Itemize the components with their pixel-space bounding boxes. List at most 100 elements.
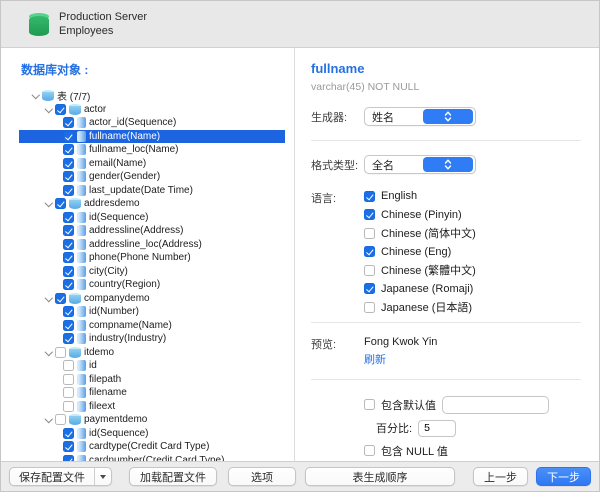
- tree-node[interactable]: filepath: [19, 373, 285, 387]
- checkbox[interactable]: [63, 279, 74, 290]
- tree-node[interactable]: addressline_loc(Address): [19, 238, 285, 252]
- checkbox[interactable]: [364, 209, 375, 220]
- checkbox[interactable]: [63, 144, 74, 155]
- percent-default-input[interactable]: [418, 420, 456, 437]
- checkbox[interactable]: [63, 441, 74, 452]
- database-icon: [29, 13, 49, 36]
- tree-node[interactable]: fullname_loc(Name): [19, 143, 285, 157]
- table-icon: [69, 414, 81, 425]
- language-row: 语言: EnglishChinese (Pinyin)Chinese (简体中文…: [311, 187, 581, 317]
- tree-node[interactable]: city(City): [19, 265, 285, 279]
- include-default-checkbox[interactable]: [364, 399, 375, 410]
- chevron-down-icon[interactable]: [44, 416, 52, 424]
- language-option-label: Chinese (Pinyin): [381, 209, 462, 221]
- tree-node[interactable]: itdemo: [19, 346, 285, 360]
- tree-node-label: filepath: [89, 374, 121, 385]
- tree-node[interactable]: fileext: [19, 400, 285, 414]
- tree-node[interactable]: country(Region): [19, 278, 285, 292]
- default-value-input[interactable]: [442, 396, 549, 414]
- format-type-select[interactable]: 全名: [364, 155, 476, 174]
- include-null-checkbox[interactable]: [364, 445, 375, 456]
- tree-node[interactable]: email(Name): [19, 157, 285, 171]
- table-icon: [69, 104, 81, 115]
- checkbox[interactable]: [63, 360, 74, 371]
- tree-node[interactable]: gender(Gender): [19, 170, 285, 184]
- chevron-down-icon[interactable]: [44, 294, 52, 302]
- checkbox[interactable]: [63, 225, 74, 236]
- tree-node-label: compname(Name): [89, 320, 172, 331]
- checkbox[interactable]: [55, 293, 66, 304]
- tree-node[interactable]: addresdemo: [19, 197, 285, 211]
- checkbox[interactable]: [63, 171, 74, 182]
- tree-node[interactable]: actor: [19, 103, 285, 117]
- checkbox[interactable]: [55, 347, 66, 358]
- tree-node[interactable]: cardnumber(Credit Card Type): [19, 454, 285, 462]
- tree-node-label: country(Region): [89, 279, 160, 290]
- previous-step-button[interactable]: 上一步: [473, 467, 528, 486]
- tree-node[interactable]: id(Number): [19, 305, 285, 319]
- tree-node[interactable]: companydemo: [19, 292, 285, 306]
- footer-toolbar: 保存配置文件 加载配置文件 选项 表生成顺序 上一步 下一步: [1, 461, 599, 491]
- options-button[interactable]: 选项: [228, 467, 296, 486]
- checkbox[interactable]: [63, 428, 74, 439]
- chevron-down-icon[interactable]: [44, 200, 52, 208]
- column-icon: [77, 320, 86, 331]
- chevron-down-icon[interactable]: [44, 348, 52, 356]
- checkbox[interactable]: [364, 246, 375, 257]
- tree-node[interactable]: 表 (7/7): [19, 89, 285, 103]
- checkbox[interactable]: [63, 158, 74, 169]
- tree-node[interactable]: last_update(Date Time): [19, 184, 285, 198]
- chevron-down-icon[interactable]: [44, 105, 52, 113]
- tree-node[interactable]: paymentdemo: [19, 413, 285, 427]
- checkbox[interactable]: [364, 283, 375, 294]
- checkbox[interactable]: [364, 302, 375, 313]
- tree-node[interactable]: id: [19, 359, 285, 373]
- tree-node[interactable]: actor_id(Sequence): [19, 116, 285, 130]
- checkbox[interactable]: [55, 104, 66, 115]
- column-icon: [77, 225, 86, 236]
- tree-node[interactable]: id(Sequence): [19, 427, 285, 441]
- checkbox[interactable]: [63, 387, 74, 398]
- checkbox[interactable]: [63, 212, 74, 223]
- column-icon: [77, 306, 86, 317]
- checkbox[interactable]: [63, 374, 74, 385]
- checkbox[interactable]: [63, 131, 74, 142]
- tree-node[interactable]: phone(Phone Number): [19, 251, 285, 265]
- table-order-button[interactable]: 表生成顺序: [305, 467, 455, 486]
- load-profile-button[interactable]: 加载配置文件: [129, 467, 217, 486]
- save-profile-menu-button[interactable]: [94, 468, 111, 485]
- checkbox[interactable]: [63, 252, 74, 263]
- checkbox[interactable]: [55, 414, 66, 425]
- server-name: Production Server: [59, 10, 147, 24]
- save-profile-button[interactable]: 保存配置文件: [10, 468, 94, 485]
- checkbox[interactable]: [63, 266, 74, 277]
- checkbox[interactable]: [63, 333, 74, 344]
- checkbox[interactable]: [63, 185, 74, 196]
- checkbox[interactable]: [364, 191, 375, 202]
- next-step-button[interactable]: 下一步: [536, 467, 591, 486]
- checkbox[interactable]: [63, 320, 74, 331]
- tree-node[interactable]: cardtype(Credit Card Type): [19, 440, 285, 454]
- checkbox[interactable]: [364, 228, 375, 239]
- table-icon: [69, 293, 81, 304]
- tree-node[interactable]: industry(Industry): [19, 332, 285, 346]
- refresh-link[interactable]: 刷新: [364, 351, 437, 367]
- checkbox[interactable]: [364, 265, 375, 276]
- generator-select[interactable]: 姓名: [364, 107, 476, 126]
- language-option: Chinese (繁體中文): [364, 261, 476, 280]
- checkbox[interactable]: [63, 401, 74, 412]
- chevron-down-icon[interactable]: [31, 92, 39, 100]
- object-tree[interactable]: 表 (7/7)actoractor_id(Sequence)fullname(N…: [19, 89, 285, 461]
- checkbox[interactable]: [55, 198, 66, 209]
- tree-node[interactable]: addressline(Address): [19, 224, 285, 238]
- tree-node[interactable]: id(Sequence): [19, 211, 285, 225]
- tree-node[interactable]: filename: [19, 386, 285, 400]
- language-option-label: Chinese (繁體中文): [381, 262, 476, 278]
- column-icon: [77, 428, 86, 439]
- checkbox[interactable]: [63, 455, 74, 461]
- checkbox[interactable]: [63, 306, 74, 317]
- checkbox[interactable]: [63, 117, 74, 128]
- tree-node[interactable]: compname(Name): [19, 319, 285, 333]
- checkbox[interactable]: [63, 239, 74, 250]
- tree-node[interactable]: fullname(Name): [19, 130, 285, 144]
